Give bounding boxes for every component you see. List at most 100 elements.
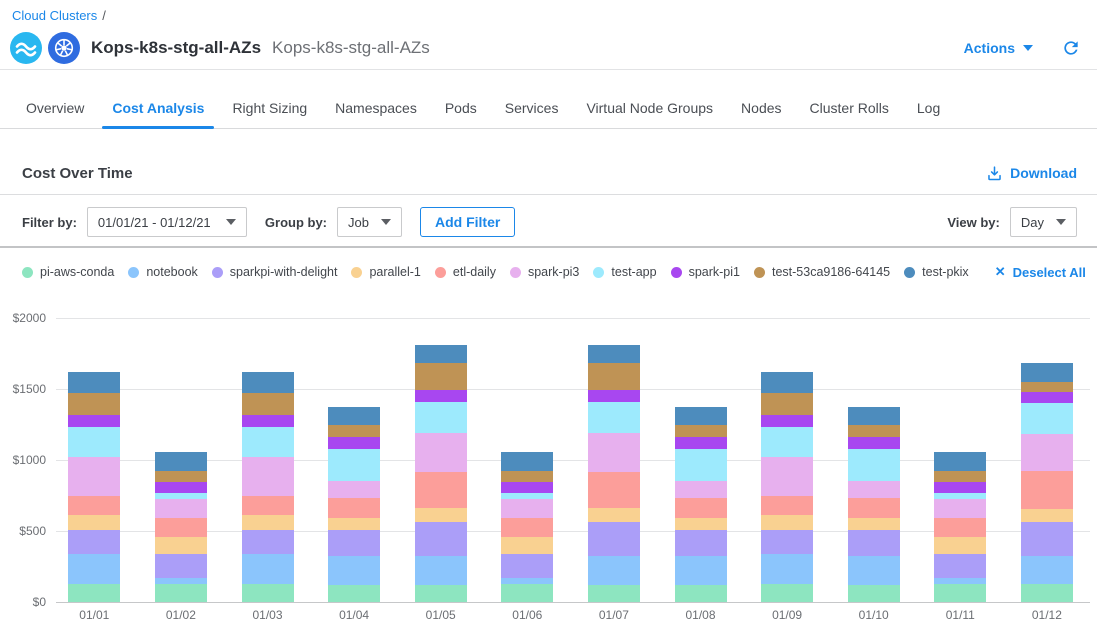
bar-segment-parallel-1-01-06[interactable]: [501, 537, 553, 554]
download-button[interactable]: Download: [986, 165, 1077, 182]
group-by-select[interactable]: Job: [337, 207, 402, 237]
legend-item-pi-aws-conda[interactable]: pi-aws-conda: [22, 265, 114, 279]
bar-segment-spark-pi1-01-04[interactable]: [328, 437, 380, 448]
bar-segment-test-pkix-01-08[interactable]: [675, 407, 727, 425]
bar-segment-test-53ca9186-64145-01-04[interactable]: [328, 425, 380, 437]
bar-segment-test-app-01-03[interactable]: [242, 427, 294, 457]
bar-segment-sparkpi-with-delight-01-01[interactable]: [68, 530, 120, 554]
bar-segment-test-pkix-01-04[interactable]: [328, 407, 380, 425]
bar-segment-test-pkix-01-12[interactable]: [1021, 363, 1073, 382]
bar-segment-notebook-01-03[interactable]: [242, 554, 294, 583]
bar-segment-test-pkix-01-11[interactable]: [934, 452, 986, 470]
bar-segment-spark-pi3-01-06[interactable]: [501, 499, 553, 518]
bar-segment-sparkpi-with-delight-01-12[interactable]: [1021, 522, 1073, 556]
bar-segment-spark-pi3-01-07[interactable]: [588, 433, 640, 472]
deselect-all-button[interactable]: ✕Deselect All: [995, 264, 1086, 280]
bar-segment-notebook-01-04[interactable]: [328, 556, 380, 585]
bar-segment-etl-daily-01-03[interactable]: [242, 496, 294, 515]
bar-segment-parallel-1-01-08[interactable]: [675, 518, 727, 530]
bar-segment-spark-pi1-01-12[interactable]: [1021, 392, 1073, 403]
bar-segment-spark-pi3-01-11[interactable]: [934, 499, 986, 518]
bar-segment-notebook-01-08[interactable]: [675, 556, 727, 585]
bar-segment-test-app-01-09[interactable]: [761, 427, 813, 457]
bar-segment-etl-daily-01-01[interactable]: [68, 496, 120, 515]
add-filter-button[interactable]: Add Filter: [420, 207, 515, 237]
tab-overview[interactable]: Overview: [12, 88, 98, 128]
bar-segment-spark-pi1-01-06[interactable]: [501, 482, 553, 493]
bar-segment-notebook-01-06[interactable]: [501, 578, 553, 584]
bar-segment-spark-pi1-01-05[interactable]: [415, 390, 467, 401]
bar-segment-test-pkix-01-03[interactable]: [242, 372, 294, 393]
bar-segment-parallel-1-01-10[interactable]: [848, 518, 900, 530]
bar-segment-notebook-01-01[interactable]: [68, 554, 120, 583]
bar-segment-parallel-1-01-05[interactable]: [415, 508, 467, 521]
bar-segment-parallel-1-01-11[interactable]: [934, 537, 986, 554]
bar-segment-sparkpi-with-delight-01-09[interactable]: [761, 530, 813, 554]
tab-pods[interactable]: Pods: [431, 88, 491, 128]
bar-segment-test-53ca9186-64145-01-05[interactable]: [415, 363, 467, 390]
legend-item-test-pkix[interactable]: test-pkix: [904, 265, 969, 279]
bar-segment-pi-aws-conda-01-11[interactable]: [934, 584, 986, 602]
bar-segment-test-53ca9186-64145-01-11[interactable]: [934, 471, 986, 482]
bar-segment-notebook-01-02[interactable]: [155, 578, 207, 584]
tab-services[interactable]: Services: [491, 88, 573, 128]
bar-segment-etl-daily-01-09[interactable]: [761, 496, 813, 515]
bar-segment-test-pkix-01-01[interactable]: [68, 372, 120, 393]
bar-segment-notebook-01-09[interactable]: [761, 554, 813, 583]
bar-segment-parallel-1-01-02[interactable]: [155, 537, 207, 554]
bar-segment-spark-pi3-01-10[interactable]: [848, 481, 900, 498]
bar-segment-etl-daily-01-11[interactable]: [934, 518, 986, 536]
bar-segment-parallel-1-01-09[interactable]: [761, 515, 813, 530]
bar-segment-parallel-1-01-07[interactable]: [588, 508, 640, 521]
bar-segment-test-53ca9186-64145-01-10[interactable]: [848, 425, 900, 437]
legend-item-spark-pi1[interactable]: spark-pi1: [671, 265, 740, 279]
bar-segment-sparkpi-with-delight-01-08[interactable]: [675, 530, 727, 556]
bar-segment-parallel-1-01-01[interactable]: [68, 515, 120, 530]
bar-segment-spark-pi1-01-07[interactable]: [588, 390, 640, 401]
bar-segment-spark-pi3-01-03[interactable]: [242, 457, 294, 496]
bar-segment-spark-pi1-01-02[interactable]: [155, 482, 207, 493]
bar-segment-test-pkix-01-05[interactable]: [415, 345, 467, 363]
breadcrumb-link[interactable]: Cloud Clusters: [12, 8, 97, 23]
bar-segment-parallel-1-01-03[interactable]: [242, 515, 294, 530]
bar-segment-spark-pi1-01-09[interactable]: [761, 415, 813, 427]
bar-segment-spark-pi1-01-11[interactable]: [934, 482, 986, 493]
bar-segment-spark-pi3-01-08[interactable]: [675, 481, 727, 498]
bar-segment-etl-daily-01-07[interactable]: [588, 472, 640, 508]
bar-segment-spark-pi3-01-02[interactable]: [155, 499, 207, 518]
bar-segment-sparkpi-with-delight-01-03[interactable]: [242, 530, 294, 554]
bar-segment-pi-aws-conda-01-07[interactable]: [588, 585, 640, 602]
bar-segment-sparkpi-with-delight-01-10[interactable]: [848, 530, 900, 556]
bar-segment-notebook-01-05[interactable]: [415, 556, 467, 585]
bar-segment-notebook-01-12[interactable]: [1021, 556, 1073, 584]
bar-segment-sparkpi-with-delight-01-06[interactable]: [501, 554, 553, 578]
tab-right-sizing[interactable]: Right Sizing: [218, 88, 321, 128]
legend-item-notebook[interactable]: notebook: [128, 265, 197, 279]
bar-segment-sparkpi-with-delight-01-07[interactable]: [588, 522, 640, 556]
bar-segment-etl-daily-01-06[interactable]: [501, 518, 553, 536]
bar-segment-spark-pi1-01-08[interactable]: [675, 437, 727, 448]
bar-segment-test-app-01-10[interactable]: [848, 449, 900, 481]
tab-cost-analysis[interactable]: Cost Analysis: [98, 88, 218, 128]
bar-segment-etl-daily-01-10[interactable]: [848, 498, 900, 518]
bar-segment-test-app-01-01[interactable]: [68, 427, 120, 457]
bar-segment-pi-aws-conda-01-01[interactable]: [68, 584, 120, 602]
bar-segment-notebook-01-07[interactable]: [588, 556, 640, 585]
legend-item-sparkpi-with-delight[interactable]: sparkpi-with-delight: [212, 265, 338, 279]
bar-segment-pi-aws-conda-01-09[interactable]: [761, 584, 813, 602]
bar-segment-spark-pi3-01-05[interactable]: [415, 433, 467, 472]
bar-segment-sparkpi-with-delight-01-11[interactable]: [934, 554, 986, 578]
bar-segment-test-53ca9186-64145-01-02[interactable]: [155, 471, 207, 482]
bar-segment-spark-pi1-01-10[interactable]: [848, 437, 900, 448]
bar-segment-test-pkix-01-06[interactable]: [501, 452, 553, 470]
bar-segment-etl-daily-01-04[interactable]: [328, 498, 380, 518]
bar-segment-test-app-01-02[interactable]: [155, 493, 207, 499]
view-by-select[interactable]: Day: [1010, 207, 1077, 237]
bar-segment-etl-daily-01-02[interactable]: [155, 518, 207, 536]
bar-segment-pi-aws-conda-01-06[interactable]: [501, 584, 553, 602]
bar-segment-test-app-01-05[interactable]: [415, 402, 467, 433]
bar-segment-test-app-01-11[interactable]: [934, 493, 986, 499]
bar-segment-parallel-1-01-12[interactable]: [1021, 509, 1073, 522]
bar-segment-pi-aws-conda-01-12[interactable]: [1021, 584, 1073, 602]
bar-segment-test-app-01-08[interactable]: [675, 449, 727, 481]
